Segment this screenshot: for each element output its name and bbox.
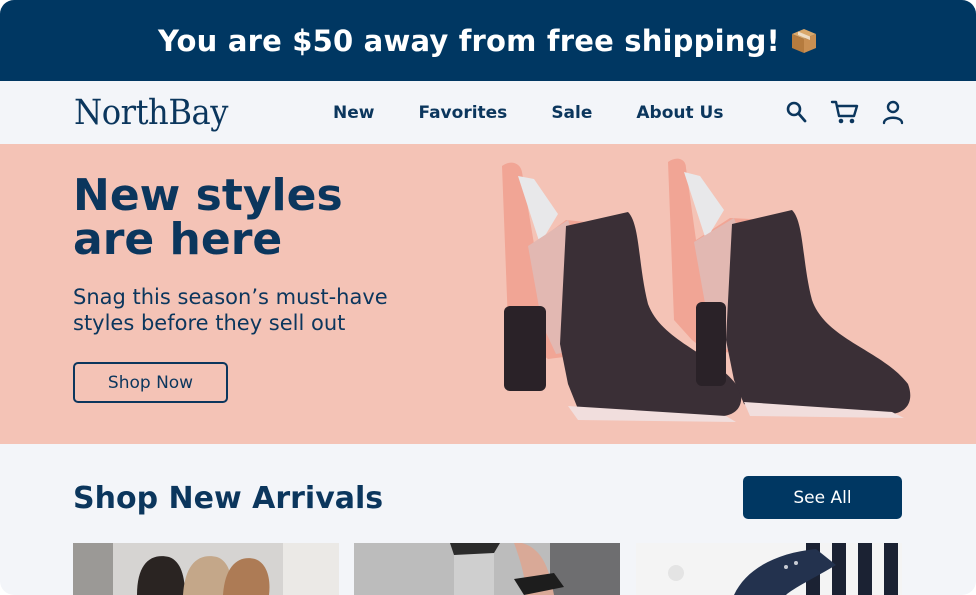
nav-icons xyxy=(782,97,926,127)
shop-new-arrivals-heading: Shop New Arrivals xyxy=(73,481,384,516)
sandals-on-feet-photo xyxy=(354,543,620,595)
package-box-icon xyxy=(790,27,818,55)
free-shipping-banner: You are $50 away from free shipping! xyxy=(0,0,976,81)
nav-link-new[interactable]: New xyxy=(333,103,374,123)
hero-banner: New styles are here Snag this season’s m… xyxy=(0,144,976,444)
product-card-striped-sneakers[interactable] xyxy=(636,543,902,595)
product-card-sandals[interactable] xyxy=(354,543,620,595)
cart-icon[interactable] xyxy=(830,97,860,127)
nav-link-about-us[interactable]: About Us xyxy=(636,103,723,123)
search-icon[interactable] xyxy=(782,97,812,127)
free-shipping-text: You are $50 away from free shipping! xyxy=(158,23,780,58)
hero-title: New styles are here xyxy=(73,174,453,262)
nav-link-sale[interactable]: Sale xyxy=(551,103,592,123)
shop-now-button[interactable]: Shop Now xyxy=(73,362,228,403)
northbay-logo[interactable]: NorthBay xyxy=(74,93,228,133)
nav-links: New Favorites Sale About Us xyxy=(333,81,767,144)
hero-subtitle: Snag this season’s must-have styles befo… xyxy=(73,285,388,335)
hero-boots-image xyxy=(502,158,911,422)
right-boot xyxy=(668,158,911,418)
see-all-button[interactable]: See All xyxy=(743,476,902,519)
page-frame: You are $50 away from free shipping! Nor… xyxy=(0,0,976,595)
flat-shoes-photo xyxy=(73,543,339,595)
product-card-flat-shoes[interactable] xyxy=(73,543,339,595)
main-navigation: NorthBay New Favorites Sale About Us xyxy=(0,81,976,144)
user-account-icon[interactable] xyxy=(878,97,908,127)
hero-title-line-2: are here xyxy=(73,214,283,265)
nav-link-favorites[interactable]: Favorites xyxy=(418,103,507,123)
striped-sneakers-photo xyxy=(636,543,902,595)
